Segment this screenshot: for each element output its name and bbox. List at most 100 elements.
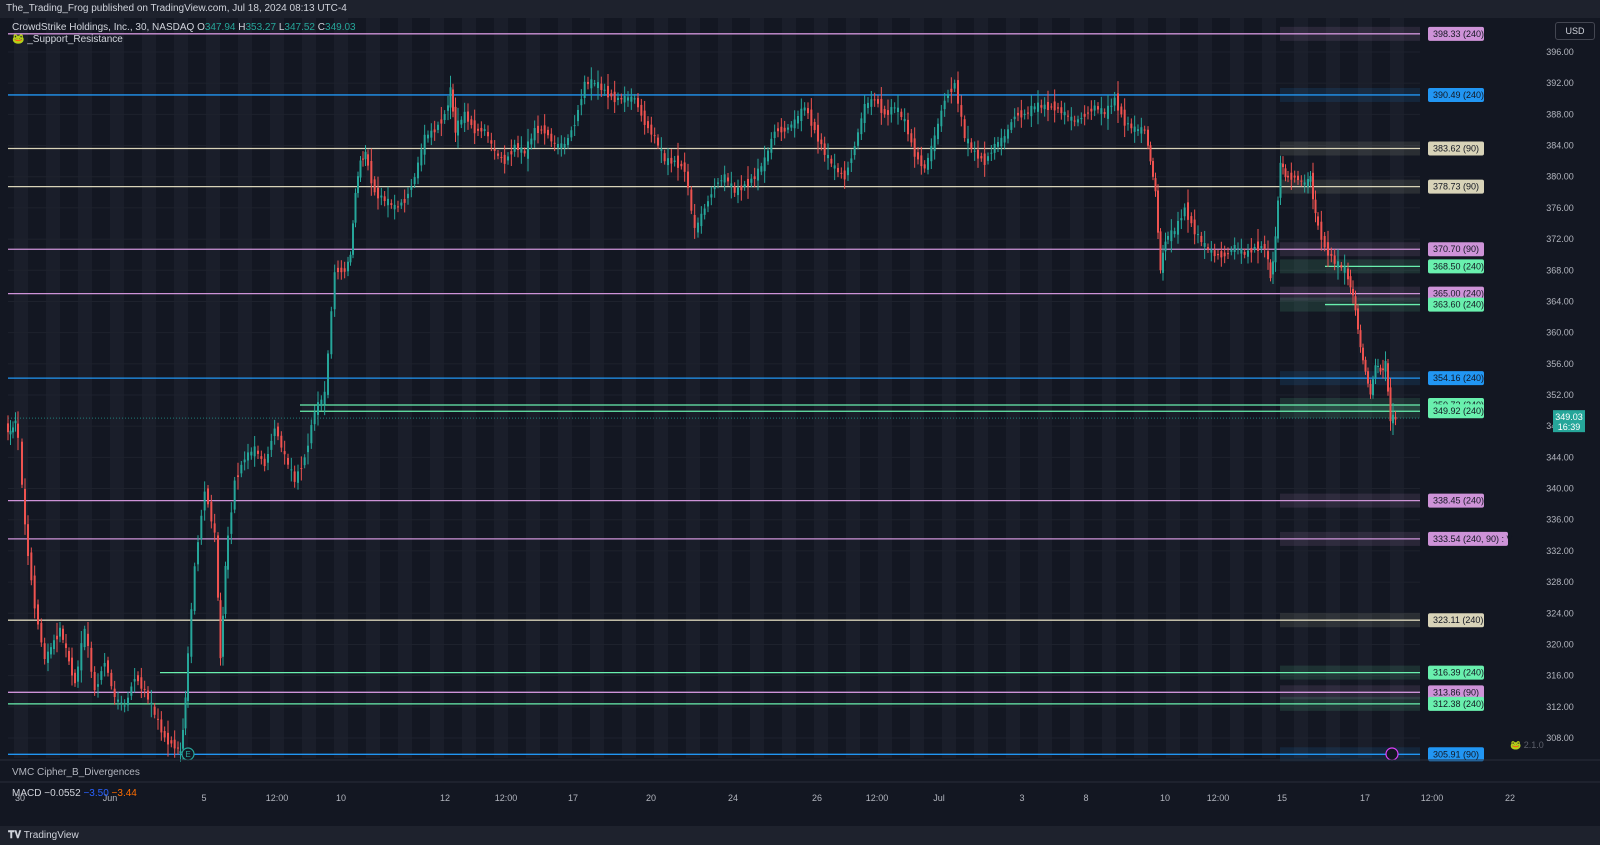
low-value: 347.52: [284, 22, 315, 33]
sr-label-text: 368.50 (240): [1433, 261, 1484, 271]
candle-body: [1070, 116, 1073, 121]
candle-body: [1170, 230, 1173, 242]
candle-body: [227, 535, 229, 570]
candle-body: [843, 170, 846, 180]
price-tick: 308.00: [1546, 733, 1574, 743]
candle-body: [447, 105, 449, 111]
candle-body: [1203, 243, 1206, 247]
chart-area[interactable]: E 396.00 392.00 388.00 384.00 380.00 376.00 372…: [0, 18, 1600, 805]
candle-body: [1020, 110, 1023, 118]
session-band: [878, 18, 892, 758]
candle-body: [203, 491, 206, 511]
candle-body: [853, 146, 856, 156]
candle-body: [1274, 236, 1277, 263]
earnings-marker-label: E: [185, 750, 190, 759]
session-band: [366, 18, 380, 758]
session-band: [14, 18, 28, 758]
candle-body: [1140, 127, 1143, 134]
candle-body: [1023, 113, 1026, 116]
candle-body: [1193, 219, 1196, 235]
candle-body: [270, 440, 273, 450]
lightning-icon[interactable]: [1385, 747, 1399, 761]
time-tick: 17: [1360, 793, 1370, 803]
candle-body: [837, 167, 839, 173]
candle-body: [219, 600, 222, 659]
candle-body: [1093, 105, 1096, 111]
candle-body: [1043, 104, 1046, 110]
candle-body: [697, 222, 699, 233]
sr-label-text: 312.38 (240): [1433, 699, 1484, 709]
candle-body: [577, 109, 579, 122]
candle-body: [757, 168, 759, 181]
candle-body: [977, 149, 979, 159]
candle-body: [9, 430, 12, 435]
candle-body: [1367, 371, 1369, 384]
price-chart[interactable]: E 396.00 392.00 388.00 384.00 380.00 376.00 372…: [0, 18, 1600, 805]
indicator-pane-label[interactable]: VMC Cipher_B_Divergences: [12, 767, 140, 778]
candle-body: [1067, 115, 1069, 117]
candle-body: [393, 204, 396, 210]
candle-body: [103, 662, 106, 667]
frog-icon: 🐸: [1510, 740, 1522, 750]
session-band: [142, 18, 156, 758]
candle-body: [24, 488, 26, 525]
price-tick: 372.00: [1546, 234, 1574, 244]
candle-body: [263, 458, 266, 467]
candle-body: [1073, 120, 1076, 122]
candle-body: [17, 423, 19, 438]
candle-body: [933, 135, 936, 152]
sr-label-text: 323.11 (240): [1433, 615, 1483, 625]
candle-body: [1010, 122, 1013, 130]
candle-body: [620, 98, 623, 100]
candle-body: [1107, 105, 1109, 119]
candle-body: [530, 138, 533, 145]
price-tick: 360.00: [1546, 328, 1574, 338]
candle-body: [77, 666, 79, 682]
candle-body: [540, 129, 543, 131]
candle-body: [477, 128, 479, 131]
symbol-label[interactable]: CrowdStrike Holdings, Inc., 30, NASDAQ: [12, 22, 194, 33]
candle-body: [383, 196, 386, 202]
candle-body: [1279, 162, 1282, 198]
session-band: [1198, 18, 1212, 758]
candle-body: [623, 96, 626, 103]
candle-body: [713, 186, 716, 190]
currency-button[interactable]: USD: [1555, 22, 1595, 40]
sr-label-text: 363.60 (240): [1433, 300, 1484, 310]
candle-body: [863, 103, 866, 124]
candle-body: [1180, 218, 1183, 221]
candle-body: [990, 152, 993, 154]
open-value: 347.94: [204, 22, 236, 33]
close-value: 349.03: [325, 22, 356, 33]
indicator-name[interactable]: _Support_Resistance: [27, 34, 123, 45]
candle-body: [527, 141, 529, 159]
candle-body: [547, 129, 549, 136]
indicator-row[interactable]: 🐸 _Support_Resistance: [12, 34, 356, 46]
candle-body: [1317, 216, 1319, 226]
macd-legend[interactable]: MACD −0.0552 −3.50 −3.44: [12, 788, 137, 799]
tradingview-logo-icon[interactable]: 𝐓𝐕: [8, 830, 21, 841]
candle-body: [1337, 261, 1339, 268]
candle-body: [763, 157, 766, 172]
session-band: [1038, 18, 1052, 758]
candle-body: [33, 575, 36, 609]
price-tick: 344.00: [1546, 452, 1574, 462]
candle-body: [1333, 255, 1336, 264]
candle-body: [997, 142, 999, 147]
candle-body: [807, 108, 809, 114]
candle-body: [607, 85, 609, 98]
candle-body: [1372, 379, 1374, 396]
candle-body: [457, 120, 459, 136]
version-label: 2.1.0: [1523, 740, 1544, 750]
candle-body: [970, 142, 973, 149]
candle-body: [14, 420, 17, 424]
candle-body: [1352, 288, 1354, 296]
candle-body: [1097, 106, 1099, 110]
candle-body: [390, 203, 393, 206]
candle-body: [193, 566, 196, 611]
candle-body: [700, 213, 703, 227]
candle-body: [617, 97, 619, 101]
candle-body: [1354, 296, 1357, 311]
candle-body: [230, 512, 233, 534]
footer-brand[interactable]: TradingView: [24, 830, 79, 841]
